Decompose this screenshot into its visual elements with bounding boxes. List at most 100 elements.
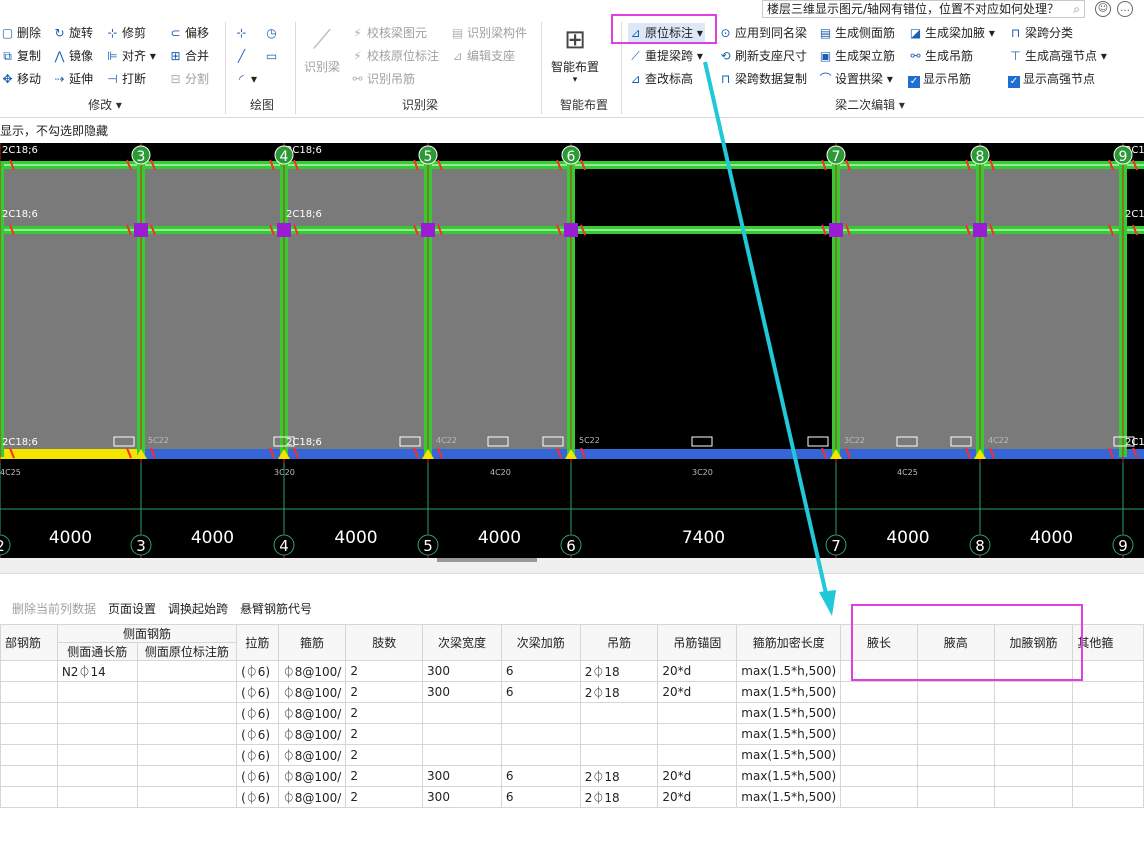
set-arch-beam-button[interactable]: ⌒ 设置拱梁 ▾ <box>818 69 892 89</box>
table-cell[interactable]: 2⏀18 <box>579 786 659 808</box>
table-cell[interactable]: (⏀6) <box>236 765 279 787</box>
table-cell[interactable] <box>136 702 238 724</box>
table-cell[interactable] <box>840 786 918 808</box>
offset-button[interactable]: ⊂ 偏移 <box>168 23 209 43</box>
group-label-modify[interactable]: 修改 ▾ <box>60 96 150 114</box>
table-cell[interactable]: max(1.5*h,500) <box>736 702 842 724</box>
table-cell[interactable]: (⏀6) <box>236 660 279 682</box>
align-button[interactable]: ⊫ 对齐 ▾ <box>105 46 156 66</box>
table-cell[interactable]: 2 <box>345 660 424 682</box>
table-cell[interactable] <box>0 681 58 703</box>
point-tool[interactable]: ⊹ <box>234 23 251 43</box>
table-cell[interactable]: 20*d <box>657 681 738 703</box>
table-cell[interactable] <box>0 660 58 682</box>
table-row[interactable]: (⏀6) ⏀8@100/2 max(1.5*h,500) <box>0 744 1144 766</box>
table-cell[interactable]: 20*d <box>657 660 738 682</box>
table-cell[interactable] <box>56 681 138 703</box>
table-cell[interactable] <box>993 723 1074 745</box>
table-cell[interactable] <box>56 723 138 745</box>
span-classify-button[interactable]: ⊓ 梁跨分类 <box>1008 23 1073 43</box>
table-cell[interactable]: ⏀8@100/ <box>277 765 347 787</box>
mirror-button[interactable]: ⋀ 镜像 <box>52 46 93 66</box>
table-cell[interactable] <box>579 744 659 766</box>
table-cell[interactable] <box>657 702 738 724</box>
split-button[interactable]: ⊟ 分割 <box>168 69 209 89</box>
table-cell[interactable]: ⏀8@100/ <box>277 681 347 703</box>
table-row[interactable]: (⏀6) ⏀8@100/2 max(1.5*h,500) <box>0 723 1144 745</box>
table-cell[interactable] <box>579 723 659 745</box>
table-cell[interactable] <box>0 744 58 766</box>
table-cell[interactable]: 300 <box>422 681 502 703</box>
table-cell[interactable] <box>500 744 581 766</box>
table-cell[interactable] <box>136 660 238 682</box>
panel-splitter[interactable] <box>0 558 1144 574</box>
table-cell[interactable]: max(1.5*h,500) <box>736 765 842 787</box>
table-cell[interactable] <box>840 702 918 724</box>
table-cell[interactable] <box>422 702 502 724</box>
help-search-input[interactable]: 楼层三维显示图元/轴网有错位，位置不对应如何处理？ ⌕ <box>762 0 1085 18</box>
table-cell[interactable]: ⏀8@100/ <box>277 786 347 808</box>
table-cell[interactable] <box>136 765 238 787</box>
edit-support-button[interactable]: ⊿ 编辑支座 <box>450 46 515 66</box>
page-setup-button[interactable]: 页面设置 <box>108 596 156 622</box>
table-cell[interactable] <box>916 765 995 787</box>
identify-member-button[interactable]: ▤ 识别梁构件 <box>450 23 527 43</box>
table-cell[interactable] <box>993 765 1074 787</box>
table-cell[interactable]: 2 <box>345 681 424 703</box>
table-cell[interactable] <box>1072 744 1144 766</box>
cantilever-code-button[interactable]: 悬臂钢筋代号 <box>240 596 312 622</box>
table-cell[interactable] <box>500 702 581 724</box>
user-icon[interactable]: ☺ <box>1095 1 1111 17</box>
table-cell[interactable] <box>657 723 738 745</box>
identify-hanger-button[interactable]: ⚯ 识别吊筋 <box>350 69 415 89</box>
table-cell[interactable]: 6 <box>500 681 581 703</box>
chat-icon[interactable]: … <box>1117 1 1133 17</box>
table-cell[interactable] <box>1072 786 1144 808</box>
table-cell[interactable]: (⏀6) <box>236 744 279 766</box>
table-cell[interactable] <box>993 681 1074 703</box>
table-cell[interactable] <box>136 723 238 745</box>
show-node-checkbox[interactable]: ✓ 显示高强节点 <box>1008 69 1095 89</box>
table-cell[interactable] <box>500 723 581 745</box>
rotate-button[interactable]: ↻ 旋转 <box>52 23 93 43</box>
table-cell[interactable] <box>840 723 918 745</box>
table-cell[interactable]: N2⏀14 <box>56 660 138 682</box>
check-inplace-button[interactable]: ⚡ 校核原位标注 <box>350 46 439 66</box>
table-cell[interactable]: 2 <box>345 723 424 745</box>
table-cell[interactable] <box>0 702 58 724</box>
table-cell[interactable] <box>993 744 1074 766</box>
table-row[interactable]: (⏀6) ⏀8@100/2 300 6 2⏀18 20*d max(1.5*h,500) <box>0 786 1144 808</box>
table-cell[interactable]: 20*d <box>657 786 738 808</box>
table-cell[interactable] <box>56 702 138 724</box>
table-cell[interactable]: (⏀6) <box>236 786 279 808</box>
table-cell[interactable] <box>916 744 995 766</box>
table-cell[interactable] <box>840 765 918 787</box>
extend-button[interactable]: ⇢ 延伸 <box>52 69 93 89</box>
table-cell[interactable] <box>136 744 238 766</box>
table-row[interactable]: (⏀6) ⏀8@100/2 max(1.5*h,500) <box>0 702 1144 724</box>
span-data-copy-button[interactable]: ⊓ 梁跨数据复制 <box>718 69 807 89</box>
table-cell[interactable] <box>0 723 58 745</box>
table-cell[interactable] <box>916 723 995 745</box>
table-cell[interactable] <box>993 786 1074 808</box>
table-cell[interactable] <box>1072 765 1144 787</box>
trim-button[interactable]: ⊹ 修剪 <box>105 23 146 43</box>
table-cell[interactable]: 2⏀18 <box>579 681 659 703</box>
table-cell[interactable] <box>657 744 738 766</box>
check-elevation-button[interactable]: ⊿ 查改标高 <box>628 69 693 89</box>
gen-side-rebar-button[interactable]: ▤ 生成侧面筋 <box>818 23 895 43</box>
table-cell[interactable] <box>916 702 995 724</box>
circle-tool[interactable]: ◷ <box>264 23 281 43</box>
table-cell[interactable]: 2 <box>345 786 424 808</box>
table-cell[interactable] <box>1072 660 1144 682</box>
table-cell[interactable] <box>1072 702 1144 724</box>
break-button[interactable]: ⊣ 打断 <box>105 69 146 89</box>
table-cell[interactable] <box>0 765 58 787</box>
table-cell[interactable]: ⏀8@100/ <box>277 744 347 766</box>
table-cell[interactable] <box>56 744 138 766</box>
smart-layout-button[interactable]: ⊞ 智能布置 ▾ <box>546 22 604 85</box>
delete-button[interactable]: ▢ 删除 <box>0 23 41 43</box>
relift-span-button[interactable]: ⟋ 重提梁跨 ▾ <box>628 46 703 66</box>
delete-column-button[interactable]: 删除当前列数据 <box>12 596 96 622</box>
search-icon[interactable]: ⌕ <box>1073 1 1080 17</box>
